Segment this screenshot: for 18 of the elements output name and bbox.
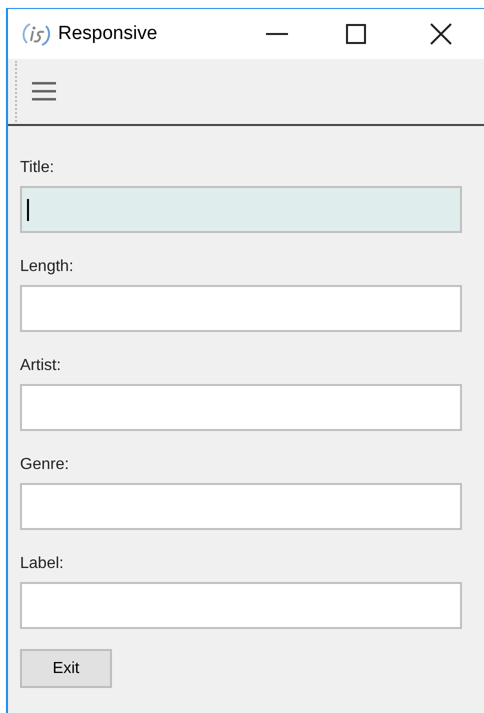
menu-icon[interactable] xyxy=(32,80,58,104)
field-label: Title: xyxy=(20,158,56,178)
field-label: Length: xyxy=(20,257,74,277)
field-label: Genre: xyxy=(20,455,70,475)
minimize-icon[interactable] xyxy=(266,33,288,35)
maximize-icon[interactable] xyxy=(346,24,366,44)
window-title: Responsive xyxy=(58,22,158,46)
exit-button[interactable]: Exit xyxy=(20,649,112,688)
app-logo-icon xyxy=(22,21,52,47)
text-field[interactable] xyxy=(20,384,462,431)
field-label: Artist: xyxy=(20,356,62,376)
text-field[interactable] xyxy=(20,186,462,233)
text-cursor xyxy=(27,198,29,220)
close-icon[interactable] xyxy=(430,23,452,45)
text-field[interactable] xyxy=(20,285,462,332)
text-field[interactable] xyxy=(20,582,462,629)
text-field[interactable] xyxy=(20,483,462,530)
field-label: Label: xyxy=(20,554,65,574)
